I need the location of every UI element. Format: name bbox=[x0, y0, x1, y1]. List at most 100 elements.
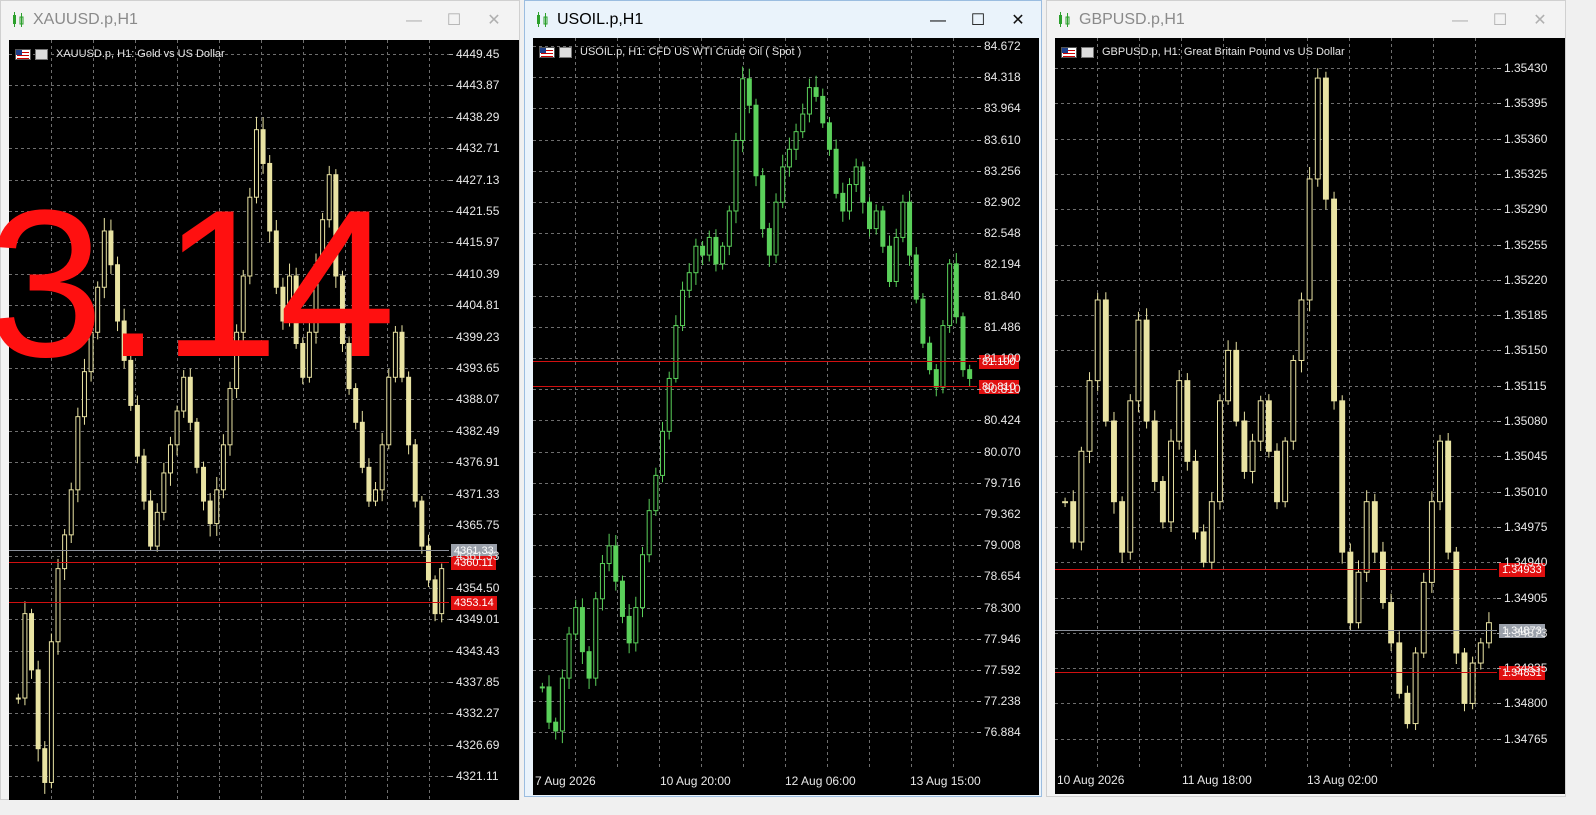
price-label: 77.946 bbox=[984, 632, 1021, 646]
candle-body bbox=[1216, 400, 1223, 503]
price-label: 4365.75 bbox=[456, 518, 500, 532]
window-titlebar[interactable]: USOIL.p,H1 — ☐ ✕ bbox=[525, 1, 1041, 39]
price-tick bbox=[449, 274, 453, 275]
price-scale[interactable]: 1.34933 1.34873 1.34831 1.35430 1.35395 1.353… bbox=[1497, 38, 1565, 768]
time-scale[interactable]: 10 Aug 2026 11 Aug 18:00 13 Aug 02:00 bbox=[1055, 768, 1565, 794]
time-label: 7 Aug 2026 bbox=[535, 774, 596, 788]
price-chart[interactable]: XAUUSD.p, H1: Gold vs US Dollar bbox=[9, 40, 449, 800]
candle-body bbox=[75, 416, 81, 491]
price-tick bbox=[977, 46, 981, 47]
price-label: 1.34975 bbox=[1504, 520, 1548, 534]
candle-body bbox=[1355, 571, 1362, 624]
time-label: 12 Aug 06:00 bbox=[785, 774, 856, 788]
price-label: 1.34765 bbox=[1504, 732, 1548, 746]
candle-body bbox=[867, 201, 873, 230]
candle-body bbox=[1380, 551, 1386, 604]
price-chart[interactable]: GBPUSD.p, H1: Great Britain Pound vs US … bbox=[1055, 38, 1497, 768]
candle-body bbox=[780, 166, 786, 203]
price-label: 1.35360 bbox=[1504, 132, 1548, 146]
candle-body bbox=[766, 228, 772, 256]
price-tick bbox=[1497, 350, 1501, 351]
candle-body bbox=[613, 545, 619, 582]
candle-body bbox=[1078, 450, 1085, 543]
maximize-button[interactable]: ☐ bbox=[437, 7, 471, 35]
candle-body bbox=[800, 113, 806, 133]
minimize-button[interactable]: — bbox=[1443, 7, 1477, 35]
price-tick bbox=[449, 462, 453, 463]
candle-body bbox=[1225, 349, 1232, 402]
window-titlebar[interactable]: XAUUSD.p,H1 — ☐ ✕ bbox=[1, 1, 519, 39]
candle-body bbox=[1306, 178, 1313, 301]
price-tick bbox=[449, 556, 453, 557]
candle-body bbox=[15, 697, 21, 700]
price-tick bbox=[449, 85, 453, 86]
candle-body bbox=[840, 192, 846, 212]
candle-body bbox=[907, 201, 913, 256]
candle-body bbox=[826, 122, 832, 150]
time-label: 10 Aug 2026 bbox=[1057, 773, 1125, 787]
price-label: 1.35010 bbox=[1504, 485, 1548, 499]
close-button[interactable]: ✕ bbox=[477, 7, 511, 35]
price-label: 4449.45 bbox=[456, 47, 500, 61]
candle-body bbox=[1282, 440, 1289, 503]
candlestick-icon bbox=[537, 12, 548, 27]
candle-body bbox=[660, 430, 666, 476]
flag-icon bbox=[15, 48, 31, 60]
time-scale[interactable]: 7 Aug 2026 10 Aug 20:00 12 Aug 06:00 13 Aug… bbox=[533, 769, 1039, 795]
candle-body bbox=[700, 245, 706, 256]
chart-window-usoil[interactable]: USOIL.p,H1 — ☐ ✕ USOIL.p, H1: CFD US WTI… bbox=[524, 0, 1042, 797]
candle-body bbox=[1477, 642, 1484, 664]
price-chart[interactable]: USOIL.p, H1: CFD US WTI Crude Oil ( Spot… bbox=[533, 38, 977, 769]
close-button[interactable]: ✕ bbox=[1001, 7, 1035, 35]
candle-body bbox=[887, 245, 893, 282]
candle-body bbox=[326, 174, 332, 221]
price-tick bbox=[1497, 245, 1501, 246]
candle-body bbox=[753, 104, 759, 177]
candle-body bbox=[913, 254, 919, 300]
price-tick bbox=[977, 264, 981, 265]
candle-body bbox=[439, 568, 445, 615]
price-tick bbox=[977, 670, 981, 671]
candle-body bbox=[234, 331, 240, 390]
window-titlebar[interactable]: GBPUSD.p,H1 — ☐ ✕ bbox=[1047, 1, 1565, 39]
price-scale[interactable]: 4361.33 4360.11 4353.14 4449.45 4443.87 4438.… bbox=[449, 40, 519, 800]
candle-body bbox=[1420, 581, 1427, 654]
price-label: 80.070 bbox=[984, 445, 1021, 459]
candle-body bbox=[346, 343, 352, 390]
close-button[interactable]: ✕ bbox=[1523, 7, 1557, 35]
minimize-button[interactable]: — bbox=[397, 7, 431, 35]
maximize-button[interactable]: ☐ bbox=[1483, 7, 1517, 35]
price-tick bbox=[1497, 68, 1501, 69]
price-label: 1.35395 bbox=[1504, 96, 1548, 110]
candle-body bbox=[967, 369, 973, 379]
price-label: 4343.43 bbox=[456, 644, 500, 658]
candle-body bbox=[220, 444, 226, 491]
candle-body bbox=[1363, 501, 1370, 573]
maximize-button[interactable]: ☐ bbox=[961, 7, 995, 35]
candle-body bbox=[1274, 450, 1280, 503]
candle-body bbox=[1159, 481, 1166, 523]
candle-body bbox=[1143, 319, 1150, 422]
candle-body bbox=[693, 245, 699, 274]
price-tick bbox=[977, 296, 981, 297]
price-label: 77.238 bbox=[984, 694, 1021, 708]
price-tick bbox=[977, 452, 981, 453]
time-label: 10 Aug 20:00 bbox=[660, 774, 731, 788]
candle-body bbox=[733, 139, 739, 212]
candle-body bbox=[726, 210, 732, 247]
candle-body bbox=[267, 162, 273, 232]
candle-body bbox=[386, 376, 392, 446]
chart-window-gbpusd[interactable]: GBPUSD.p,H1 — ☐ ✕ GBPUSD.p, H1: Great Br… bbox=[1046, 0, 1566, 797]
price-tick bbox=[449, 494, 453, 495]
candle-body bbox=[260, 129, 266, 164]
candle-body bbox=[713, 236, 719, 265]
chart-window-xauusd[interactable]: XAUUSD.p,H1 — ☐ ✕ XAUUSD.p, H1: Gold vs … bbox=[0, 0, 520, 800]
minimize-button[interactable]: — bbox=[921, 7, 955, 35]
candle-body bbox=[760, 175, 766, 230]
price-tick bbox=[449, 745, 453, 746]
candle-body bbox=[1127, 400, 1134, 553]
candle-body bbox=[1094, 299, 1101, 382]
price-scale[interactable]: 81.100 80.810 84.672 84.318 83.964 83.610 83.2… bbox=[977, 38, 1039, 769]
candle-body bbox=[1437, 440, 1443, 503]
price-tick bbox=[449, 399, 453, 400]
